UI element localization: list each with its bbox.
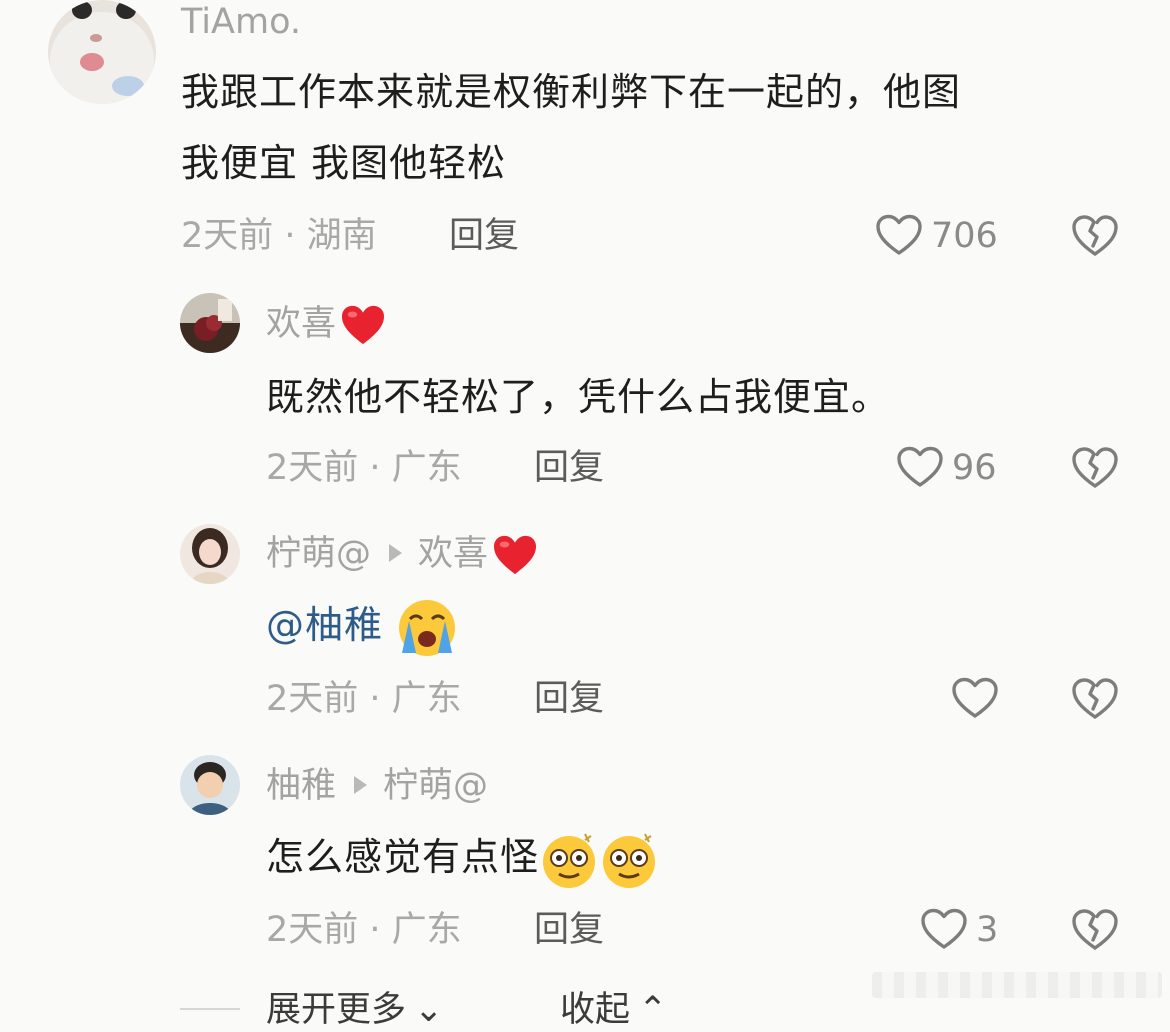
comment-meta: 2天前 · 广东 (266, 679, 462, 719)
expand-more-button[interactable]: 展开更多 ⌄ (266, 988, 443, 1032)
comment-meta: 2天前 · 湖南 (181, 216, 377, 256)
dislike-button[interactable] (1071, 212, 1119, 260)
broken-heart-icon (1071, 675, 1119, 723)
heart-outline-icon (920, 906, 968, 954)
comment-username[interactable]: 柠萌@ 欢喜 (266, 532, 538, 576)
red-heart-emoji (340, 304, 386, 346)
reply-to-username[interactable]: 欢喜 (418, 534, 488, 574)
comment-text-line: 我跟工作本来就是权衡利弊下在一起的，他图 (181, 70, 962, 114)
comment-username[interactable]: TiAmo. (181, 0, 301, 44)
comment-text-content: 怎么感觉有点怪 (266, 835, 540, 879)
heart-outline-icon (875, 212, 923, 260)
mention-link[interactable]: @柚稚 (266, 603, 383, 647)
collapse-button[interactable]: 收起 ⌃ (560, 988, 667, 1032)
avatar[interactable] (48, 0, 156, 104)
comment-text: 怎么感觉有点怪 (266, 822, 659, 892)
triangle-right-icon (354, 776, 368, 794)
chevron-down-icon: ⌄ (414, 990, 444, 1030)
dizzy-face-emoji (543, 833, 596, 888)
watermark (872, 972, 1162, 998)
comment-text-line: 我便宜 我图他轻松 (181, 141, 507, 185)
dislike-button[interactable] (1071, 444, 1119, 492)
broken-heart-icon (1071, 212, 1119, 260)
reply-button[interactable]: 回复 (449, 214, 519, 258)
like-count: 3 (976, 910, 999, 950)
heart-outline-icon (896, 444, 944, 492)
divider (180, 1008, 240, 1010)
like-button[interactable] (951, 675, 999, 723)
dizzy-face-emoji (603, 833, 656, 888)
comment-text: @柚稚 (266, 590, 458, 660)
reply-to-username[interactable]: 柠萌@ (383, 766, 488, 806)
like-count: 706 (931, 216, 998, 256)
reply-button[interactable]: 回复 (534, 446, 604, 490)
like-button[interactable]: 3 (920, 906, 998, 954)
reply-button[interactable]: 回复 (534, 677, 604, 721)
comment-meta: 2天前 · 广东 (266, 448, 462, 488)
red-heart-emoji (492, 534, 538, 576)
broken-heart-icon (1071, 906, 1119, 954)
dislike-button[interactable] (1071, 675, 1119, 723)
username-text: 欢喜 (266, 304, 337, 344)
chevron-up-icon: ⌃ (638, 990, 668, 1030)
like-button[interactable]: 706 (875, 212, 998, 260)
dislike-button[interactable] (1071, 906, 1119, 954)
comment-meta: 2天前 · 广东 (266, 910, 462, 950)
username-text: 柠萌@ (266, 534, 372, 574)
collapse-label: 收起 (560, 990, 631, 1030)
loudly-crying-emoji (399, 599, 456, 656)
like-count: 96 (952, 448, 997, 488)
reply-button[interactable]: 回复 (534, 908, 604, 952)
expand-more-label: 展开更多 (266, 990, 407, 1030)
comment-text: 既然他不轻松了，凭什么占我便宜。 (266, 375, 891, 419)
broken-heart-icon (1071, 444, 1119, 492)
heart-outline-icon (951, 675, 999, 723)
comment-username[interactable]: 柚稚 柠萌@ (266, 764, 488, 808)
comment-username[interactable]: 欢喜 (266, 302, 386, 346)
avatar[interactable] (180, 293, 240, 353)
triangle-right-icon (389, 544, 403, 562)
username-text: 柚稚 (266, 766, 337, 806)
avatar[interactable] (180, 524, 240, 584)
like-button[interactable]: 96 (896, 444, 997, 492)
avatar[interactable] (180, 755, 240, 815)
